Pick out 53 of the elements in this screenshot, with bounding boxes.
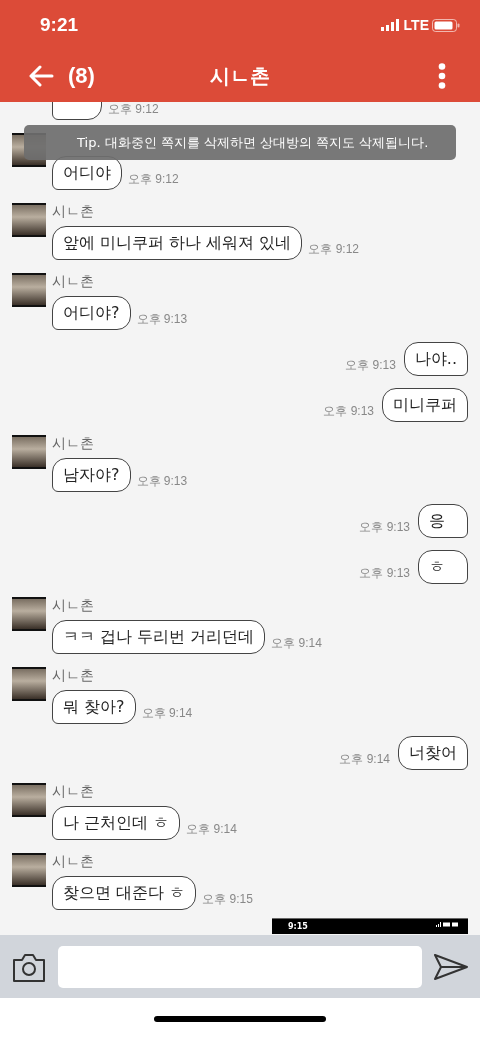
message-time: 오후 9:15 — [202, 891, 253, 908]
sender-name: 시ㄴ촌 — [52, 434, 95, 452]
sender-name: 시ㄴ촌 — [52, 666, 95, 684]
message-bubble: 남자야? — [52, 458, 131, 492]
avatar-photo — [12, 273, 46, 307]
message-bubble: 앞에 미니쿠퍼 하나 세워져 있네 — [52, 226, 303, 260]
sender-name: 시ㄴ촌 — [52, 782, 95, 800]
status-time: 9:21 — [40, 14, 79, 36]
send-icon[interactable] — [434, 953, 468, 980]
signal-icon — [380, 19, 401, 31]
battery-icon — [432, 18, 460, 32]
sender-name: 시ㄴ촌 — [52, 596, 95, 614]
message-time: 오후 9:12 — [308, 241, 360, 258]
message-time: 오후 9:13 — [359, 519, 410, 536]
message-bubble: ㅎ — [418, 550, 468, 584]
message-time: 오후 9:12 — [128, 171, 179, 188]
network-label: LTE — [403, 17, 429, 33]
message-bubble: 뭐 찾아? — [52, 690, 136, 724]
message-time: 오후 9:13 — [323, 403, 374, 420]
message-time: 오후 9:14 — [186, 821, 237, 838]
message-bubble: 미니쿠퍼 — [382, 388, 468, 422]
more-menu-icon[interactable] — [438, 63, 446, 89]
message-bubble: 너찾어 — [398, 736, 468, 770]
avatar-photo — [12, 435, 46, 469]
avatar-photo — [12, 667, 46, 701]
message-time: 오후 9:13 — [345, 357, 396, 374]
avatar-photo — [12, 783, 46, 817]
back-button[interactable]: (8) — [28, 63, 95, 89]
screenshot-time: 9:15 — [288, 922, 308, 931]
message-time: 오후 9:14 — [271, 635, 322, 652]
message-input[interactable] — [58, 945, 422, 988]
message-bubble: 나야.. — [403, 342, 468, 376]
message-time: 오후 9:13 — [136, 473, 188, 490]
avatar-photo — [12, 203, 46, 237]
message-bubble: ㅋㅋ 겁나 두리번 거리던데 — [52, 620, 266, 654]
sender-name: 시ㄴ촌 — [52, 272, 95, 290]
message-time: 오후 9:13 — [136, 311, 188, 328]
sender-name: 시ㄴ촌 — [52, 852, 95, 870]
message-time: 오후 9:14 — [141, 705, 193, 722]
message-time: 오후 9:13 — [359, 565, 410, 582]
avatar-photo — [12, 597, 46, 631]
tip-toast: Tip. 대화중인 쪽지를 삭제하면 상대방의 쪽지도 삭제됩니다. — [24, 125, 456, 160]
message-bubble: 어디야? — [52, 296, 131, 330]
message-bubble: 찾으면 대준다 ㅎ — [52, 876, 197, 910]
back-arrow-icon — [28, 65, 54, 87]
chat-title: 시ㄴ촌 — [210, 62, 270, 90]
sender-name: 시ㄴ촌 — [52, 202, 95, 220]
message-bubble: 응 — [418, 504, 468, 538]
status-icons — [436, 922, 458, 927]
message-time: 오후 9:14 — [339, 751, 390, 768]
avatar-photo — [12, 853, 46, 887]
message-bubble: 나 근처인데 ㅎ — [52, 806, 181, 840]
message-time: 오후 9:12 — [108, 102, 159, 118]
